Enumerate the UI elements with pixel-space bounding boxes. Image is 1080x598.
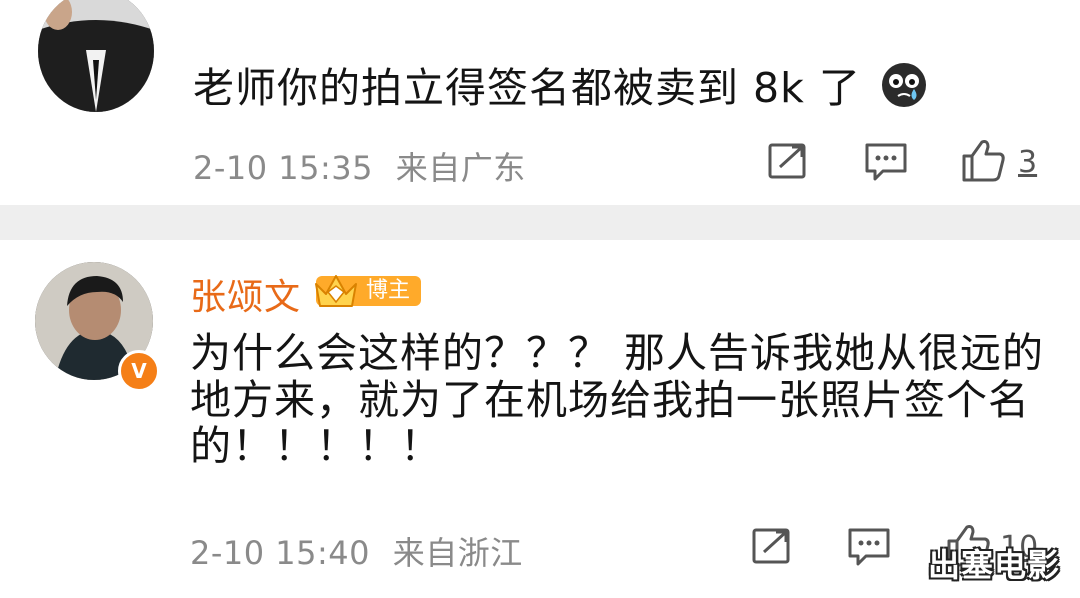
- share-icon: [752, 528, 790, 564]
- blogger-badge: 博主: [315, 275, 421, 307]
- thumbs-up-icon: [962, 140, 1005, 182]
- comment-location: 来自浙江: [392, 534, 523, 572]
- author-name[interactable]: 张颂文: [190, 268, 301, 320]
- comment-item: 老师你的拍立得签名都被卖到 8k 了 2-10 15:35 来自广东 3: [0, 0, 1080, 205]
- comment-button[interactable]: [848, 528, 890, 572]
- crown-icon: [315, 275, 357, 307]
- comment-location: 来自广东: [395, 149, 526, 187]
- comment-icon: [848, 528, 890, 566]
- crying-face-icon: [881, 63, 926, 107]
- verified-badge: V: [118, 350, 160, 392]
- watermark: 出塞电影: [928, 546, 1061, 584]
- comment-divider: [0, 205, 1080, 240]
- share-icon: [768, 143, 806, 179]
- badge-label: 博主: [366, 278, 411, 303]
- comment-text: 为什么会这样的？？？ 那人告诉我她从很远的地方来，就为了在机场给我拍一张照片签个…: [190, 329, 1045, 471]
- comment-icon: [865, 143, 907, 181]
- comment-item: V 张颂文 博主 为什么会这样的？？？ 那人告诉我她从很远的地方来，就为了在机场…: [0, 240, 1080, 598]
- comment-time: 2-10 15:35: [193, 149, 374, 187]
- like-button[interactable]: [960, 138, 1006, 186]
- comment-button[interactable]: [865, 143, 907, 187]
- share-button[interactable]: [768, 143, 808, 183]
- share-button[interactable]: [752, 528, 792, 568]
- comment-meta: 2-10 15:35 来自广东: [193, 143, 526, 189]
- comment-meta: 2-10 15:40 来自浙江: [190, 528, 523, 574]
- like-count: 3: [1018, 145, 1038, 180]
- comment-time: 2-10 15:40: [190, 534, 371, 572]
- commenter-avatar[interactable]: [38, 0, 154, 112]
- comment-text: 老师你的拍立得签名都被卖到 8k 了: [193, 62, 927, 112]
